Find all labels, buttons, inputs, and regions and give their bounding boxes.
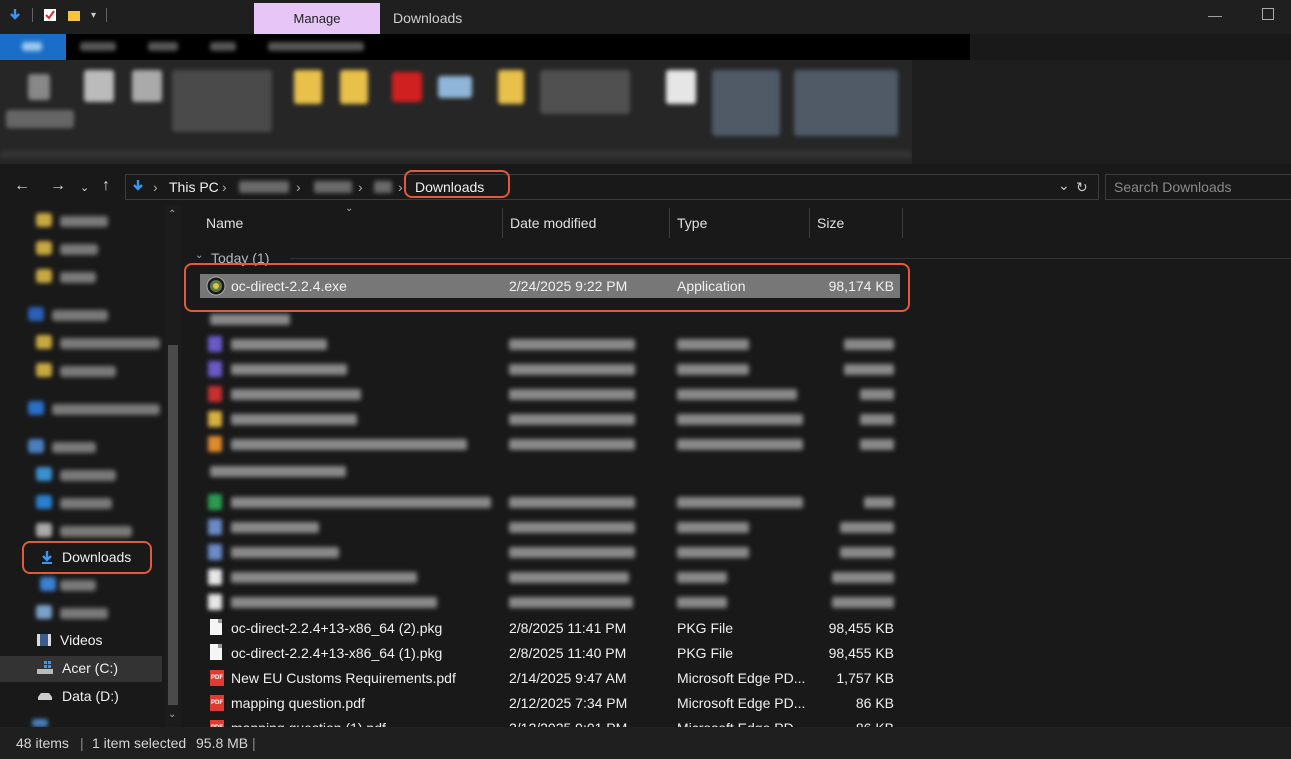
pdf-icon: PDF bbox=[210, 670, 224, 686]
file-type: Microsoft Edge PD... bbox=[677, 670, 806, 686]
file-row[interactable]: PDF New EU Customs Requirements.pdf 2/14… bbox=[200, 666, 900, 690]
file-size: 1,757 KB bbox=[836, 670, 894, 686]
file-list-visible: oc-direct-2.2.4+13-x86_64 (2).pkg 2/8/20… bbox=[0, 0, 1291, 727]
file-row[interactable]: oc-direct-2.2.4+13-x86_64 (2).pkg 2/8/20… bbox=[200, 616, 900, 640]
file-size: 98,455 KB bbox=[828, 620, 894, 636]
file-date: 2/14/2025 9:47 AM bbox=[509, 670, 627, 686]
file-name: mapping question.pdf bbox=[231, 695, 365, 711]
file-type: PKG File bbox=[677, 620, 734, 636]
status-selected-size: 95.8 MB bbox=[196, 735, 249, 751]
file-row[interactable]: oc-direct-2.2.4+13-x86_64 (1).pkg 2/8/20… bbox=[200, 641, 900, 665]
file-type: PKG File bbox=[677, 645, 734, 661]
status-divider: | bbox=[80, 735, 84, 751]
file-icon bbox=[210, 619, 222, 635]
file-row[interactable]: PDF mapping question (1).pdf 2/12/2025 9… bbox=[200, 716, 900, 727]
file-date: 2/12/2025 7:34 PM bbox=[509, 695, 628, 711]
pdf-icon: PDF bbox=[210, 695, 224, 711]
file-type: Microsoft Edge PD... bbox=[677, 720, 805, 727]
status-selected-count: 1 item selected bbox=[92, 735, 187, 751]
file-date: 2/12/2025 9:01 PM bbox=[509, 720, 627, 727]
file-size: 86 KB bbox=[814, 720, 894, 727]
file-name: New EU Customs Requirements.pdf bbox=[231, 670, 456, 686]
file-name: mapping question (1).pdf bbox=[231, 720, 386, 727]
file-date: 2/8/2025 11:40 PM bbox=[509, 645, 627, 661]
file-name: oc-direct-2.2.4+13-x86_64 (2).pkg bbox=[231, 620, 443, 636]
file-type: Microsoft Edge PD... bbox=[677, 695, 806, 711]
status-item-count: 48 items bbox=[16, 735, 69, 751]
file-row[interactable]: PDF mapping question.pdf 2/12/2025 7:34 … bbox=[200, 691, 900, 715]
file-size: 86 KB bbox=[855, 695, 894, 711]
file-size: 98,455 KB bbox=[828, 645, 894, 661]
file-icon bbox=[210, 644, 222, 660]
file-name: oc-direct-2.2.4+13-x86_64 (1).pkg bbox=[231, 645, 443, 661]
pdf-icon: PDF bbox=[210, 720, 224, 727]
status-bar: 48 items | 1 item selected 95.8 MB | bbox=[0, 727, 1291, 759]
status-divider: | bbox=[252, 735, 256, 751]
file-date: 2/8/2025 11:41 PM bbox=[509, 620, 627, 636]
